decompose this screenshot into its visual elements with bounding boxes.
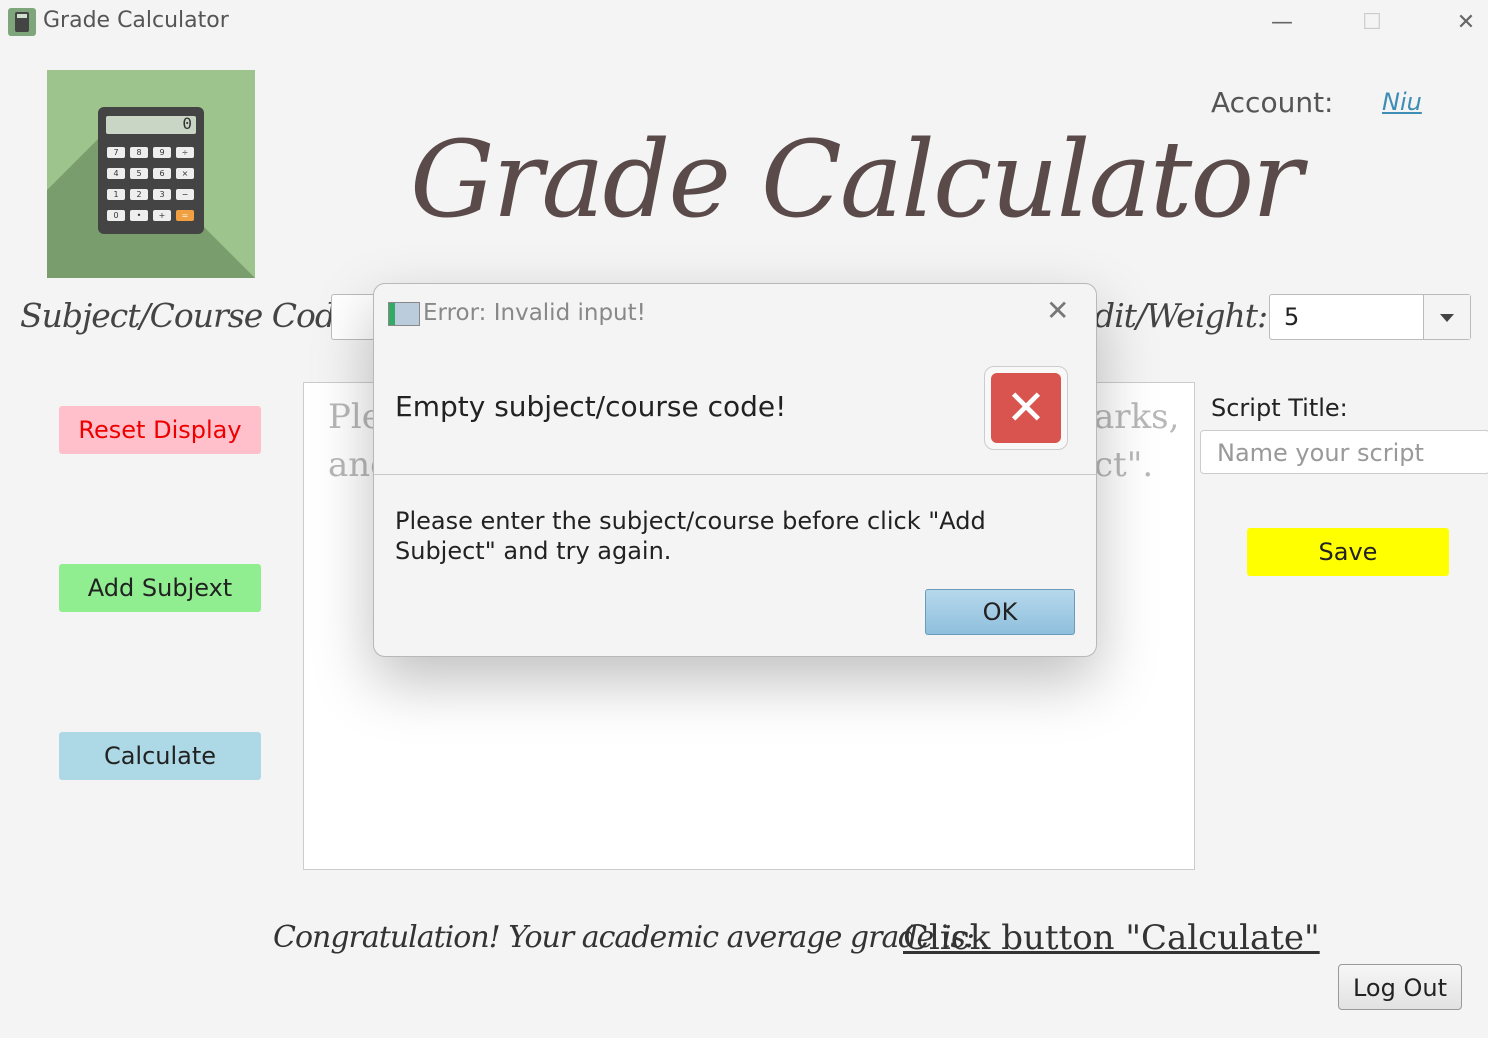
account-label: Account: — [1211, 86, 1334, 119]
calculator-logo: 0 7 8 9 ÷ 4 5 6 × 1 2 3− 0 • + = — [47, 70, 255, 278]
calculator-key: 4 — [107, 168, 125, 179]
calculator-key: 7 — [107, 147, 125, 158]
dialog-title: Error: Invalid input! — [423, 300, 646, 326]
minimize-button[interactable]: — — [1262, 6, 1302, 40]
average-grade-label: Congratulation! Your academic average gr… — [273, 920, 975, 955]
save-button[interactable]: Save — [1247, 528, 1449, 576]
script-title-label: Script Title: — [1211, 394, 1348, 422]
reset-display-button[interactable]: Reset Display — [59, 406, 261, 454]
weight-value: 5 — [1284, 303, 1300, 331]
error-icon-frame: ✕ — [984, 366, 1068, 450]
calculator-key: ÷ — [176, 147, 194, 158]
average-grade-value: Click button "Calculate" — [903, 918, 1320, 958]
calculator-key: • — [130, 210, 148, 221]
calculate-button[interactable]: Calculate — [59, 732, 261, 780]
calculator-key: 1 — [107, 189, 125, 200]
calculator-key: 5 — [130, 168, 148, 179]
window-title: Grade Calculator — [43, 8, 229, 33]
account-link[interactable]: Niu — [1382, 88, 1422, 116]
calculator-key: 3 — [153, 189, 171, 200]
dialog-header-text: Empty subject/course code! — [395, 390, 787, 423]
dialog-app-icon — [388, 302, 420, 326]
weight-dropdown-button[interactable] — [1423, 295, 1470, 339]
calculator-key: − — [176, 189, 194, 200]
display-text-line2-right: ct". — [1094, 445, 1154, 485]
ok-button[interactable]: OK — [925, 589, 1075, 635]
dialog-close-button[interactable]: ✕ — [1046, 294, 1069, 327]
close-window-button[interactable]: ✕ — [1446, 6, 1486, 40]
display-text-line1-right: arks, — [1094, 397, 1180, 437]
weight-select[interactable]: 5 — [1269, 294, 1471, 340]
dialog-message: Please enter the subject/course before c… — [395, 507, 986, 565]
calculator-key: × — [176, 168, 194, 179]
maximize-button[interactable]: ☐ — [1352, 6, 1392, 40]
calculator-app-icon — [8, 8, 36, 36]
calculator-icon: 0 7 8 9 ÷ 4 5 6 × 1 2 3− 0 • + = — [98, 107, 204, 234]
calculator-digit: 0 — [182, 114, 192, 133]
calculator-key: = — [176, 210, 194, 221]
error-dialog: Error: Invalid input! ✕ Empty subject/co… — [373, 283, 1097, 657]
calculator-key: 8 — [130, 147, 148, 158]
dialog-header: Empty subject/course code! ✕ — [374, 346, 1096, 475]
script-title-input[interactable]: Name your script — [1200, 430, 1488, 474]
title-bar: Grade Calculator — ☐ ✕ — [0, 0, 1488, 46]
add-subject-button[interactable]: Add Subjext — [59, 564, 261, 612]
calculator-key: 0 — [107, 210, 125, 221]
calculator-key: 2 — [130, 189, 148, 200]
weight-label: dit/Weight: — [1094, 296, 1268, 335]
chevron-down-icon — [1440, 314, 1454, 322]
app-heading: Grade Calculator — [410, 118, 1303, 241]
error-icon: ✕ — [991, 373, 1061, 443]
calculator-key: + — [153, 210, 171, 221]
logout-button[interactable]: Log Out — [1338, 964, 1462, 1010]
calculator-key: 6 — [153, 168, 171, 179]
calculator-screen: 0 — [106, 114, 196, 134]
subject-label: Subject/Course Code: — [20, 296, 365, 335]
calculator-key: 9 — [153, 147, 171, 158]
